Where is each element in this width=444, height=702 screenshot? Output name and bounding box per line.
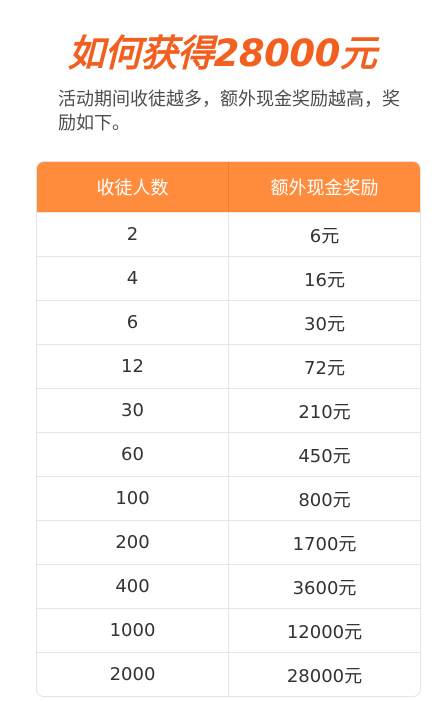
table-row: 1000 12000元 <box>37 608 420 652</box>
referral-count-cell: 100 <box>115 488 150 509</box>
cash-reward-cell: 30元 <box>228 301 420 344</box>
intro-text: 活动期间收徒越多，额外现金奖励越高，奖励如下。 <box>58 89 400 134</box>
table-row: 200 1700元 <box>37 520 420 564</box>
table-row: 6 30元 <box>37 300 420 344</box>
referral-count-cell: 12 <box>121 356 144 377</box>
referral-count-cell: 6 <box>126 312 139 333</box>
cash-reward-cell: 16元 <box>228 257 420 300</box>
cash-reward-cell: 210元 <box>228 389 420 432</box>
table-row: 12 72元 <box>37 344 420 388</box>
table-row: 30 210元 <box>37 388 420 432</box>
referral-count-cell: 30 <box>121 400 144 421</box>
cash-reward-cell: 12000元 <box>228 609 420 652</box>
referral-count-cell: 2 <box>126 224 139 245</box>
cash-reward-cell: 3600元 <box>228 565 420 608</box>
table-row: 2 6元 <box>37 212 420 256</box>
reward-table: 收徒人数 额外现金奖励 2 6元 4 16元 6 30元 12 72元 30 2… <box>36 161 421 697</box>
header-cash-reward: 额外现金奖励 <box>228 162 420 212</box>
table-header-row: 收徒人数 额外现金奖励 <box>37 162 420 212</box>
cash-reward-cell: 28000元 <box>228 653 420 696</box>
referral-count-cell: 1000 <box>109 620 156 641</box>
cash-reward-cell: 72元 <box>228 345 420 388</box>
cash-reward-cell: 450元 <box>228 433 420 476</box>
page-title: 如何获得28000元 <box>67 32 377 75</box>
cash-reward-cell: 1700元 <box>228 521 420 564</box>
referral-count-cell: 400 <box>115 576 150 597</box>
cash-reward-cell: 6元 <box>228 213 420 256</box>
table-row: 2000 28000元 <box>37 652 420 696</box>
referral-count-cell: 4 <box>126 268 139 289</box>
referral-count-cell: 200 <box>115 532 150 553</box>
table-row: 4 16元 <box>37 256 420 300</box>
table-row: 400 3600元 <box>37 564 420 608</box>
cash-reward-cell: 800元 <box>228 477 420 520</box>
referral-count-cell: 2000 <box>109 664 156 685</box>
header-referral-count: 收徒人数 <box>96 178 169 199</box>
referral-count-cell: 60 <box>121 444 144 465</box>
table-row: 100 800元 <box>37 476 420 520</box>
table-row: 60 450元 <box>37 432 420 476</box>
